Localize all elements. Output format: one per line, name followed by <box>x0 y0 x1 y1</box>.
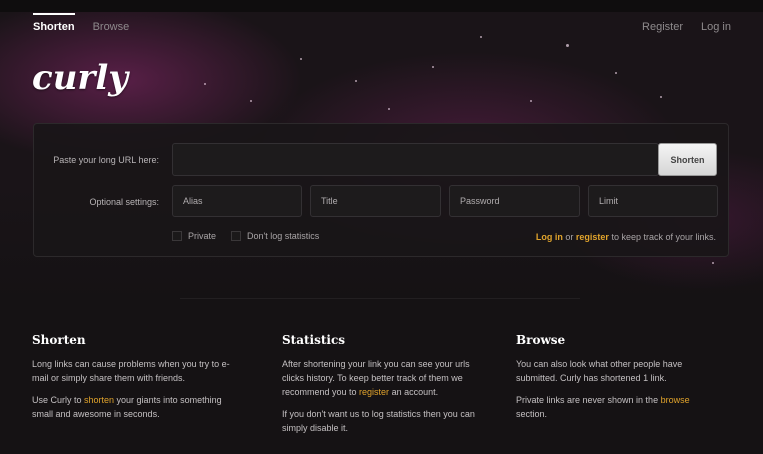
note-or-text: or <box>562 232 576 242</box>
private-label: Private <box>188 231 217 241</box>
private-checkbox-box[interactable] <box>172 231 182 241</box>
statistics-paragraph-1: After shortening your link you can see y… <box>282 357 478 399</box>
shorten-link[interactable]: shorten <box>84 395 114 405</box>
url-label: Paste your long URL here: <box>53 155 159 165</box>
shorten-paragraph-1: Long links can cause problems when you t… <box>32 359 230 383</box>
register-link[interactable]: register <box>576 232 609 242</box>
note-rest-text: to keep track of your links. <box>608 232 716 242</box>
nav-login[interactable]: Log in <box>701 21 731 33</box>
statistics-register-link[interactable]: register <box>359 387 389 397</box>
shorten-section: Shorten Long links can cause problems wh… <box>32 333 242 429</box>
curly-logo[interactable]: curly <box>32 58 128 98</box>
shorten-p2-pre: Use Curly to <box>32 395 85 405</box>
browse-p2-pre: Private links are never shown in the <box>516 395 661 405</box>
section-divider <box>180 298 580 299</box>
statistics-paragraph-2: If you don't want us to log statistics t… <box>282 409 475 433</box>
browse-link[interactable]: browse <box>661 395 690 405</box>
browse-p2-post: section. <box>516 409 548 419</box>
optional-settings-label: Optional settings: <box>89 197 159 207</box>
browse-paragraph-2: Private links are never shown in the bro… <box>516 393 716 421</box>
shorten-paragraph-2: Use Curly to shorten your giants into so… <box>32 393 242 421</box>
nav-register[interactable]: Register <box>642 21 683 33</box>
statistics-heading: Statistics <box>282 333 346 347</box>
shorten-button[interactable]: Shorten <box>658 143 717 176</box>
statistics-section: Statistics After shortening your link yo… <box>282 333 478 443</box>
browse-paragraph-1: You can also look what other people have… <box>516 359 683 383</box>
no-log-checkbox-box[interactable] <box>231 231 241 241</box>
no-log-checkbox[interactable]: Don't log statistics <box>231 231 319 241</box>
main-nav: Shorten Browse <box>33 13 130 33</box>
shorten-heading: Shorten <box>32 333 86 347</box>
long-url-input[interactable] <box>172 143 659 176</box>
statistics-p1-post: an account. <box>389 387 439 397</box>
account-note: Log in or register to keep track of your… <box>536 232 716 242</box>
account-nav: Register Log in <box>642 21 731 33</box>
private-checkbox[interactable]: Private <box>172 231 216 241</box>
nav-browse[interactable]: Browse <box>93 21 130 33</box>
browse-heading: Browse <box>516 333 566 347</box>
shorten-form: Paste your long URL here: Shorten Option… <box>33 123 729 257</box>
limit-input[interactable]: Limit <box>588 185 718 217</box>
login-link[interactable]: Log in <box>536 232 563 242</box>
alias-input[interactable]: Alias <box>172 185 302 217</box>
nav-shorten[interactable]: Shorten <box>33 13 75 33</box>
no-log-label: Don't log statistics <box>247 231 320 241</box>
top-bar <box>0 0 763 12</box>
title-input[interactable]: Title <box>310 185 441 217</box>
browse-section: Browse You can also look what other peop… <box>516 333 716 429</box>
password-input[interactable]: Password <box>449 185 580 217</box>
